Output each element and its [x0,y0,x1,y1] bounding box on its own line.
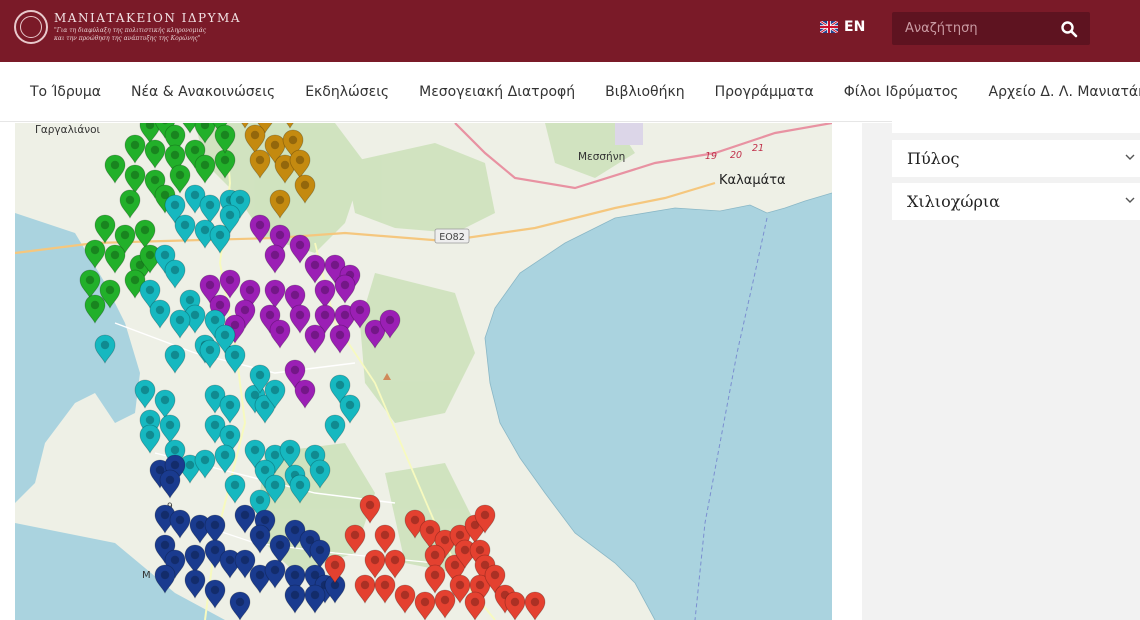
chevron-down-icon[interactable] [1124,151,1136,163]
site-header: ΜΑΝΙΑΤΑΚΕΙΟΝ ΙΔΡΥΜΑ "Για τη διαφύλαξη τη… [0,0,1140,62]
airport-area [615,123,643,145]
map-label-gargalianoi: Γαργαλιάνοι [35,124,101,136]
accordion-item-pylos[interactable]: Πύλος [892,140,1140,177]
logo-seal-icon [14,10,48,44]
logo-tagline: "Για τη διαφύλαξη της πολιτιστικής κληρο… [54,27,207,42]
nav-item-foundation[interactable]: Το Ίδρυμα [15,84,116,100]
region-sidebar: Πύλος Χιλιοχώρια [862,117,1140,620]
logo-name: ΜΑΝΙΑΤΑΚΕΙΟΝ ΙΔΡΥΜΑ [54,11,242,25]
main-navigation: Το Ίδρυμα Νέα & Ανακοινώσεις Εκδηλώσεις … [0,62,1140,122]
chevron-down-icon[interactable] [1124,194,1136,206]
search-input[interactable] [892,12,1052,45]
road-label-21: 21 [752,143,764,154]
uk-flag-icon [820,21,838,33]
nav-item-programs[interactable]: Προγράμματα [700,84,829,100]
search-box [892,12,1090,45]
map-label-kalamata: Καλαμάτα [719,173,786,188]
site-logo[interactable]: ΜΑΝΙΑΤΑΚΕΙΟΝ ΙΔΡΥΜΑ "Για τη διαφύλαξη τη… [14,10,241,44]
language-switch[interactable]: EN [820,19,865,35]
nav-item-events[interactable]: Εκδηλώσεις [290,84,404,100]
accordion-label-pylos: Πύλος [907,149,960,168]
map-canvas[interactable]: Γαργαλιάνοι Μεσσήνη Καλαμάτα ΕΟ82 ΕΟ 19 … [15,123,832,620]
road-label-20: 20 [730,150,742,161]
road-label-19: 19 [705,151,717,162]
search-icon[interactable] [1060,20,1078,38]
nav-item-archive[interactable]: Αρχείο Δ. Λ. Μανιατάκη [974,84,1140,100]
nav-item-news[interactable]: Νέα & Ανακοινώσεις [116,84,290,100]
interactive-map[interactable]: Γαργαλιάνοι Μεσσήνη Καλαμάτα ΕΟ82 ΕΟ 19 … [15,123,832,620]
map-label-messini: Μεσσήνη [578,151,625,163]
accordion-item-partial[interactable] [892,117,1140,133]
road-label-eo82: ΕΟ82 [439,232,465,243]
language-label: EN [844,19,866,35]
nav-item-friends[interactable]: Φίλοι Ιδρύματος [829,84,974,100]
accordion-item-chiliochoria[interactable]: Χιλιοχώρια [892,183,1140,220]
nav-item-library[interactable]: Βιβλιοθήκη [590,84,699,100]
map-label-m: Μ [142,570,151,581]
accordion-label-chiliochoria: Χιλιοχώρια [907,192,1000,211]
nav-item-mediterranean-diet[interactable]: Μεσογειακή Διατροφή [404,84,590,100]
